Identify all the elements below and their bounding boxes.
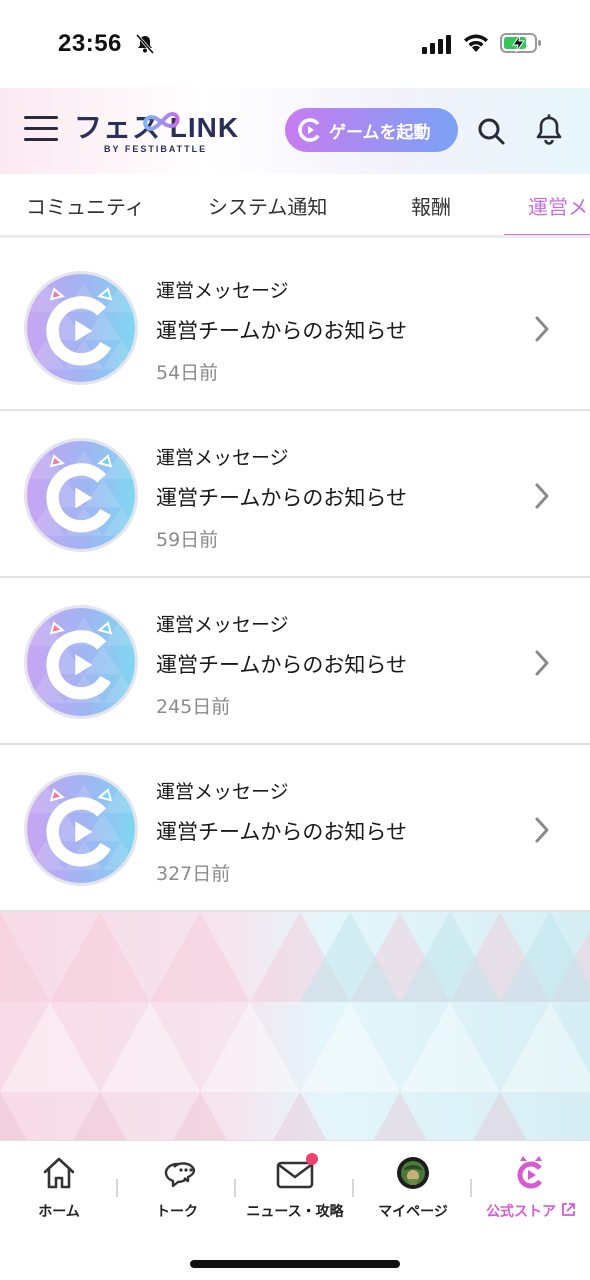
official-avatar xyxy=(24,271,138,385)
message-sender: 運営メッセージ xyxy=(156,447,289,469)
external-link-icon xyxy=(562,1203,575,1216)
official-avatar xyxy=(24,605,138,719)
chevron-right-icon xyxy=(535,817,549,843)
chat-icon xyxy=(164,1162,196,1188)
active-tab-indicator xyxy=(504,234,590,235)
nav-news-label: ニュース・攻略 xyxy=(246,1204,344,1220)
message-title: 運営チームからのお知らせ xyxy=(156,653,407,677)
play-logo-icon xyxy=(298,118,322,142)
nav-mypage[interactable]: マイページ xyxy=(354,1155,472,1231)
wifi-icon xyxy=(464,34,488,52)
message-timestamp: 54日前 xyxy=(156,362,219,384)
bottom-navigation: ホーム トーク ニュース・攻略 マイページ 公式ストア xyxy=(0,1140,590,1236)
status-bar: 23:56 xyxy=(0,0,590,88)
official-logo-icon xyxy=(27,608,135,716)
nav-talk[interactable]: トーク xyxy=(118,1155,236,1231)
launch-game-button[interactable]: ゲームを起動 xyxy=(285,108,458,152)
message-item[interactable]: 運営メッセージ 運営チームからのお知らせ 245日前 xyxy=(0,578,590,745)
logo-subtitle: BY FESTIBATTLE xyxy=(104,144,208,154)
official-logo-icon xyxy=(27,441,135,549)
message-timestamp: 59日前 xyxy=(156,529,219,551)
profile-avatar-icon xyxy=(397,1157,429,1189)
official-logo-icon xyxy=(27,775,135,883)
message-sender: 運営メッセージ xyxy=(156,614,289,636)
message-timestamp: 327日前 xyxy=(156,863,231,885)
app-header: フェス LINK BY FESTIBATTLE ゲームを起動 xyxy=(0,88,590,174)
infinity-logo-icon xyxy=(143,111,180,131)
official-logo-icon xyxy=(27,274,135,382)
category-tabs: コミュニティ システム通知 報酬 運営メ xyxy=(0,174,590,238)
message-item[interactable]: 運営メッセージ 運営チームからのお知らせ 54日前 xyxy=(0,244,590,411)
chevron-right-icon xyxy=(535,316,549,342)
battery-charging-icon xyxy=(500,33,541,53)
chevron-right-icon xyxy=(535,483,549,509)
store-logo-icon xyxy=(517,1156,545,1189)
official-avatar xyxy=(24,772,138,886)
decorative-background xyxy=(0,912,590,1142)
tab-system-notices[interactable]: システム通知 xyxy=(208,191,327,220)
launch-game-label: ゲームを起動 xyxy=(329,122,431,143)
nav-official-store[interactable]: 公式ストア xyxy=(472,1155,590,1231)
message-sender: 運営メッセージ xyxy=(156,781,289,803)
app-logo[interactable]: フェス LINK BY FESTIBATTLE xyxy=(74,104,254,158)
official-avatar xyxy=(24,438,138,552)
chevron-right-icon xyxy=(535,650,549,676)
message-item[interactable]: 運営メッセージ 運営チームからのお知らせ 59日前 xyxy=(0,411,590,578)
message-sender: 運営メッセージ xyxy=(156,280,289,302)
bell-slash-icon xyxy=(135,34,155,54)
notification-bell-icon[interactable] xyxy=(534,114,564,146)
message-title: 運営チームからのお知らせ xyxy=(156,319,407,343)
message-title: 運営チームからのお知らせ xyxy=(156,820,407,844)
message-item[interactable]: 運営メッセージ 運営チームからのお知らせ 327日前 xyxy=(0,745,590,912)
nav-mypage-label: マイページ xyxy=(378,1204,448,1220)
notification-badge xyxy=(306,1153,318,1165)
nav-home-label: ホーム xyxy=(38,1204,80,1220)
nav-talk-label: トーク xyxy=(156,1204,198,1220)
search-icon[interactable] xyxy=(476,116,506,146)
cell-signal-icon xyxy=(422,35,451,54)
nav-official-store-label: 公式ストア xyxy=(472,1201,590,1221)
message-list: 運営メッセージ 運営チームからのお知らせ 54日前 運営メッセージ 運営チームか… xyxy=(0,244,590,912)
tab-community[interactable]: コミュニティ xyxy=(26,191,145,220)
message-timestamp: 245日前 xyxy=(156,696,231,718)
message-title: 運営チームからのお知らせ xyxy=(156,486,407,510)
tab-rewards[interactable]: 報酬 xyxy=(411,191,451,220)
status-time: 23:56 xyxy=(58,30,122,57)
tab-official-messages[interactable]: 運営メ xyxy=(528,191,588,220)
nav-home[interactable]: ホーム xyxy=(0,1155,118,1231)
hamburger-menu-icon[interactable] xyxy=(24,116,58,144)
home-indicator[interactable] xyxy=(190,1260,400,1268)
nav-news[interactable]: ニュース・攻略 xyxy=(236,1153,354,1231)
home-icon xyxy=(43,1157,75,1189)
